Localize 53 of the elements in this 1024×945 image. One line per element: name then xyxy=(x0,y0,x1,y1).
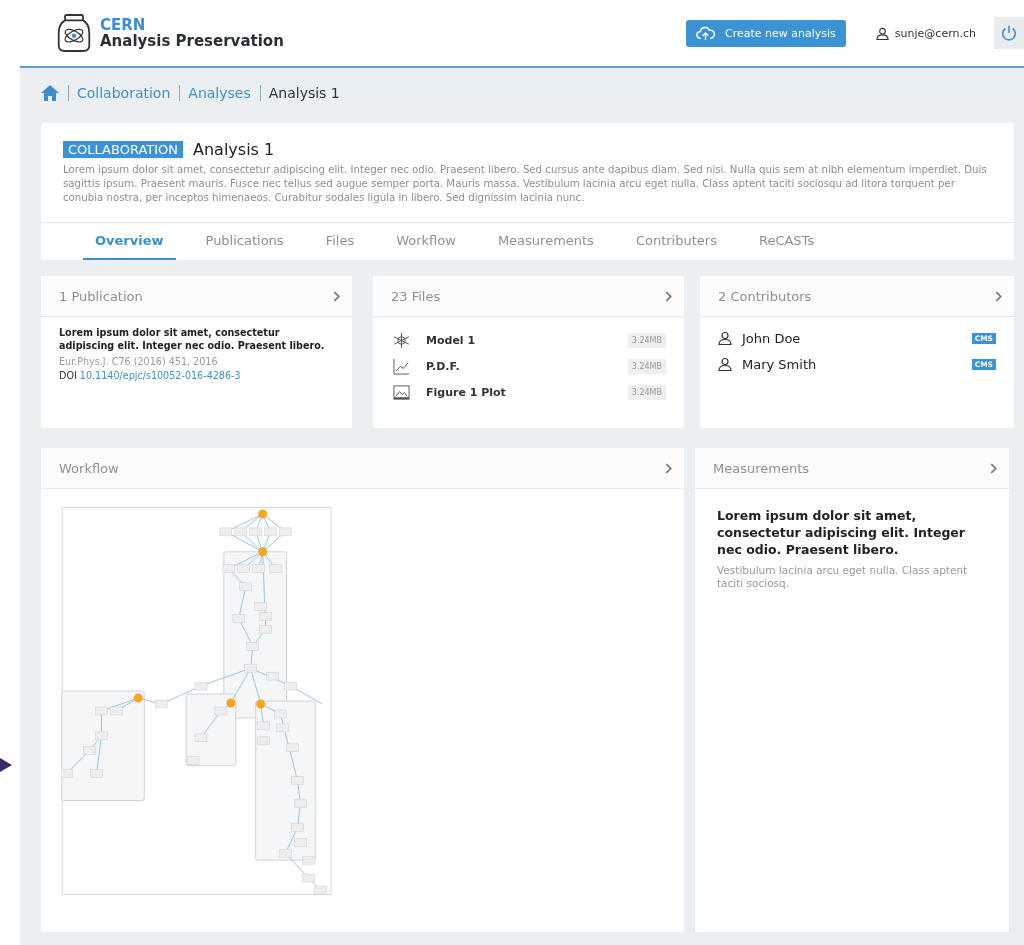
breadcrumb-link[interactable]: Collaboration xyxy=(77,85,171,101)
file-size: 3.24MB xyxy=(627,358,666,374)
publication-text: Lorem ipsum dolor sit amet, consectetur adipiscing elit. Integer nec odio. Praesent libero. xyxy=(59,326,326,352)
pointer-arrow-icon xyxy=(0,758,12,772)
breadcrumb-link[interactable]: Analyses xyxy=(188,85,251,101)
tab[interactable]: Files xyxy=(313,223,367,260)
card-title: Measurements xyxy=(713,460,810,476)
user-icon xyxy=(718,331,732,345)
home-icon[interactable] xyxy=(41,85,59,101)
create-analysis-button[interactable]: Create new analysis xyxy=(686,19,846,47)
chevron-icon[interactable] xyxy=(990,462,997,474)
file-name[interactable]: P.D.F. xyxy=(426,359,612,373)
tab[interactable]: ReCASTs xyxy=(746,223,827,260)
measurement-summary: Lorem ipsum dolor sit amet, consectetur adipiscing elit. Integer nec odio. Praesent libero. xyxy=(717,507,967,558)
tab[interactable]: Overview xyxy=(83,223,176,260)
measurement-note: Vestibulum lacinia arcu eget nulla. Class aptent taciti sociosq. xyxy=(717,564,969,590)
molecule-icon xyxy=(393,331,410,349)
chevron-icon[interactable] xyxy=(665,462,672,474)
image-icon xyxy=(393,383,410,401)
analysis-title: Analysis 1 xyxy=(193,140,275,159)
breadcrumb-current: Analysis 1 xyxy=(268,85,340,101)
power-icon xyxy=(1000,24,1018,42)
card-title: Workflow xyxy=(59,460,119,476)
power-button[interactable] xyxy=(994,17,1024,49)
card-title: 2 Contributors xyxy=(718,288,812,304)
brand-name: CERN xyxy=(100,16,147,33)
analysis-description: Lorem ipsum dolor sit amet, consectetur adipiscing elit. Integer nec odio. Praesent libero. Sed cursus ante dapibus diam. Sed nisi. Nulla quis sem at nibh elementum imperdiet. Duis sagittis ipsum. Praesent mauris. Fusce nec tellus sed augue semper porta. Mauris massa. Vestibulum lacinia arcu eget nulla. Class aptent taciti sociosqu ad litora torquent per conubia nostra, per inceptos himenaeos. Curabitur sodales ligula in libero. Sed dignissim lacinia nunc. xyxy=(63,163,988,205)
brand-subtitle: Analysis Preservation xyxy=(100,33,284,50)
collaboration-badge: COLLABORATION xyxy=(63,141,184,158)
user-email[interactable]: sunje@cern.ch xyxy=(894,26,976,40)
journal-reference: Eur.Phys.J. C76 (2016) 451, 2016 xyxy=(59,356,219,367)
tab[interactable]: Measurements xyxy=(485,223,606,260)
tab[interactable]: Workflow xyxy=(384,223,468,260)
contributor-name[interactable]: Mary Smith xyxy=(742,356,962,372)
jar-logo-icon xyxy=(56,13,92,53)
chevron-icon[interactable] xyxy=(665,290,672,302)
user-icon xyxy=(718,357,732,371)
file-size: 3.24MB xyxy=(627,384,666,400)
cloud-upload-icon xyxy=(696,25,716,41)
contributor-name[interactable]: John Doe xyxy=(742,330,962,346)
user-icon xyxy=(875,26,889,40)
doi-link[interactable]: 10.1140/epjc/s10052-016-4286-3 xyxy=(79,370,241,381)
tab[interactable]: Publications xyxy=(193,223,296,260)
tab[interactable]: Contributers xyxy=(623,223,729,260)
line-chart-icon xyxy=(393,357,410,375)
chevron-icon[interactable] xyxy=(995,290,1002,302)
file-name[interactable]: Model 1 xyxy=(426,333,612,347)
file-name[interactable]: Figure 1 Plot xyxy=(426,385,612,399)
card-title: 23 Files xyxy=(391,288,441,304)
card-title: 1 Publication xyxy=(59,288,143,304)
file-size: 3.24MB xyxy=(627,332,666,348)
doi-label: DOI xyxy=(59,370,77,381)
chevron-icon[interactable] xyxy=(333,290,340,302)
